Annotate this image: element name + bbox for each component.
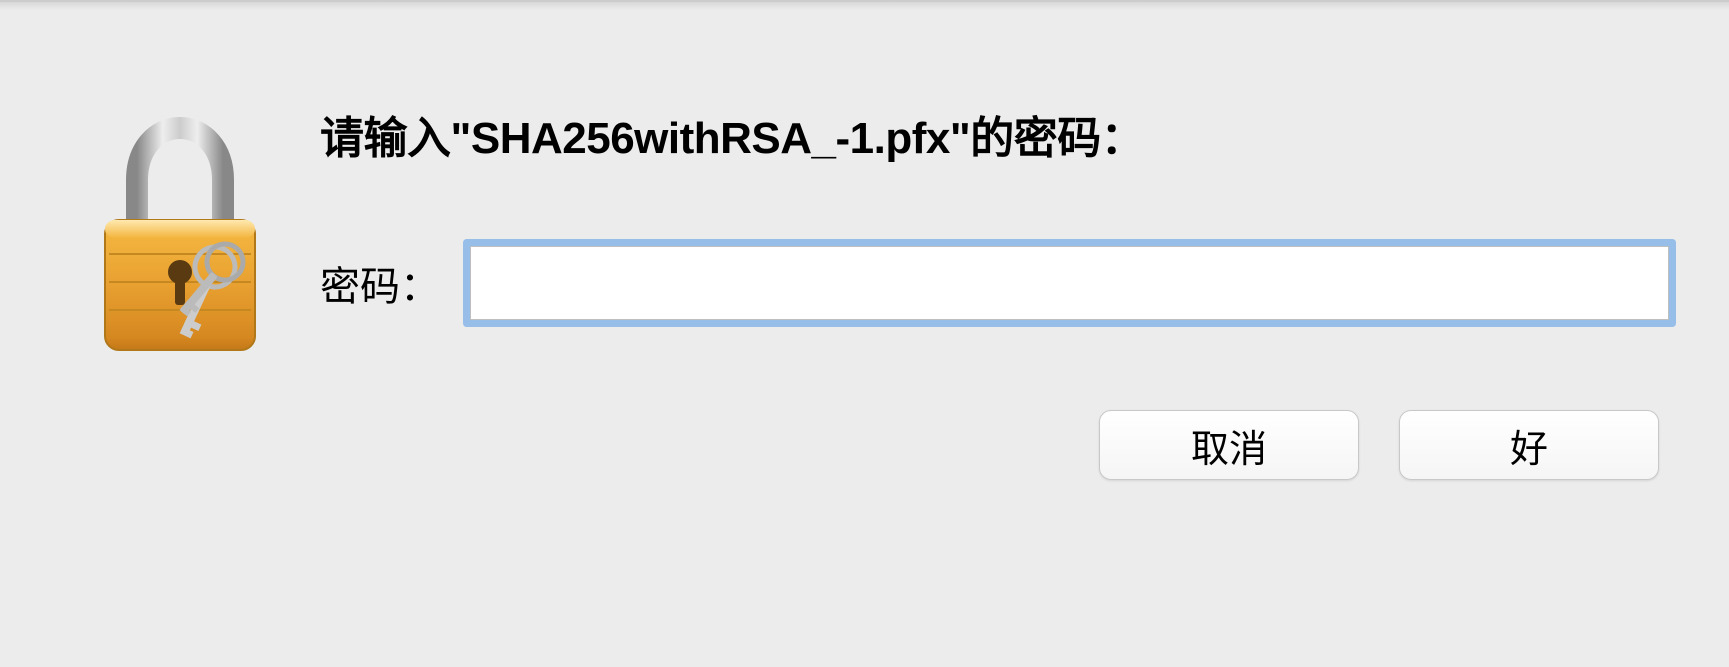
lock-icon: [85, 112, 275, 367]
cancel-button[interactable]: 取消: [1099, 410, 1359, 480]
dialog-top-edge: [0, 2, 1729, 10]
password-dialog: 请输入"SHA256withRSA_-1.pfx"的密码： 密码： 取消 好: [0, 0, 1729, 667]
password-label: 密码：: [320, 254, 440, 312]
password-row: 密码：: [320, 246, 1669, 320]
ok-button[interactable]: 好: [1399, 410, 1659, 480]
password-input[interactable]: [470, 246, 1669, 320]
icon-column: [80, 102, 280, 367]
dialog-content: 请输入"SHA256withRSA_-1.pfx"的密码： 密码： 取消 好: [80, 102, 1669, 480]
text-column: 请输入"SHA256withRSA_-1.pfx"的密码： 密码： 取消 好: [320, 102, 1669, 480]
prompt-message: 请输入"SHA256withRSA_-1.pfx"的密码：: [320, 102, 1669, 166]
button-row: 取消 好: [320, 410, 1669, 480]
